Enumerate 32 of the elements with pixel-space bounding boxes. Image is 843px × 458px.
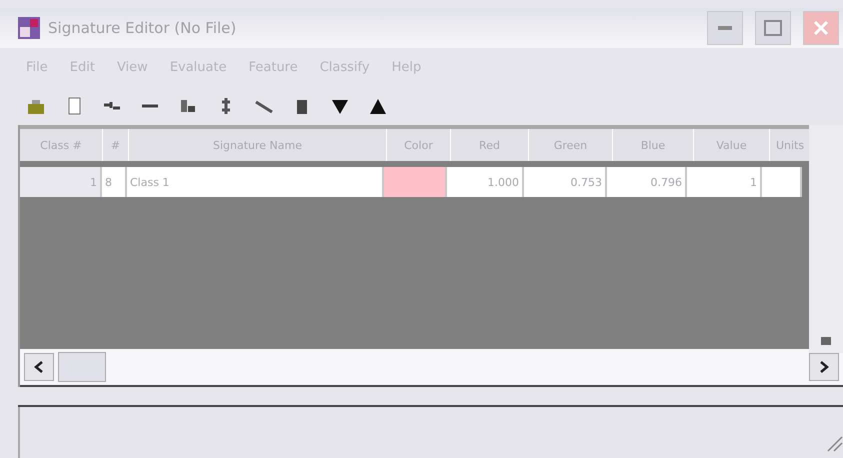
column-header[interactable]: Red	[451, 129, 529, 161]
chevron-right-icon	[819, 361, 829, 373]
minimize-icon	[718, 26, 732, 30]
table-cell: 8	[102, 167, 127, 197]
scroll-right-button[interactable]	[809, 353, 839, 381]
column-header[interactable]: Color	[387, 129, 451, 161]
color-swatch[interactable]	[384, 167, 447, 197]
table-cell: 1	[20, 167, 102, 197]
table-cell: 1.000	[447, 167, 524, 197]
table-cell: 0.753	[524, 167, 607, 197]
column-header[interactable]: #	[103, 129, 129, 161]
column-header[interactable]: Value	[694, 129, 770, 161]
scroll-thumb[interactable]	[58, 352, 106, 382]
column-header[interactable]: Class #	[20, 129, 103, 161]
maximize-button[interactable]	[755, 11, 791, 45]
table-cell: 0.796	[607, 167, 687, 197]
horizontal-scrollbar[interactable]	[20, 349, 843, 387]
chevron-left-icon	[34, 361, 44, 373]
maximize-icon	[764, 20, 782, 36]
window-title: Signature Editor (No File)	[48, 19, 238, 37]
close-icon	[813, 20, 829, 36]
column-header[interactable]: Green	[529, 129, 613, 161]
scroll-left-button[interactable]	[24, 353, 54, 381]
table-cell	[762, 167, 802, 197]
column-header[interactable]: Signature Name	[129, 129, 387, 161]
table-cell: 1	[687, 167, 762, 197]
table-cell: Class 1	[127, 167, 384, 197]
app-icon	[18, 17, 40, 39]
minimize-button[interactable]	[707, 11, 743, 45]
column-header[interactable]: Blue	[613, 129, 694, 161]
vertical-scrollbar[interactable]	[809, 125, 843, 353]
resize-grip-icon[interactable]	[827, 436, 843, 452]
